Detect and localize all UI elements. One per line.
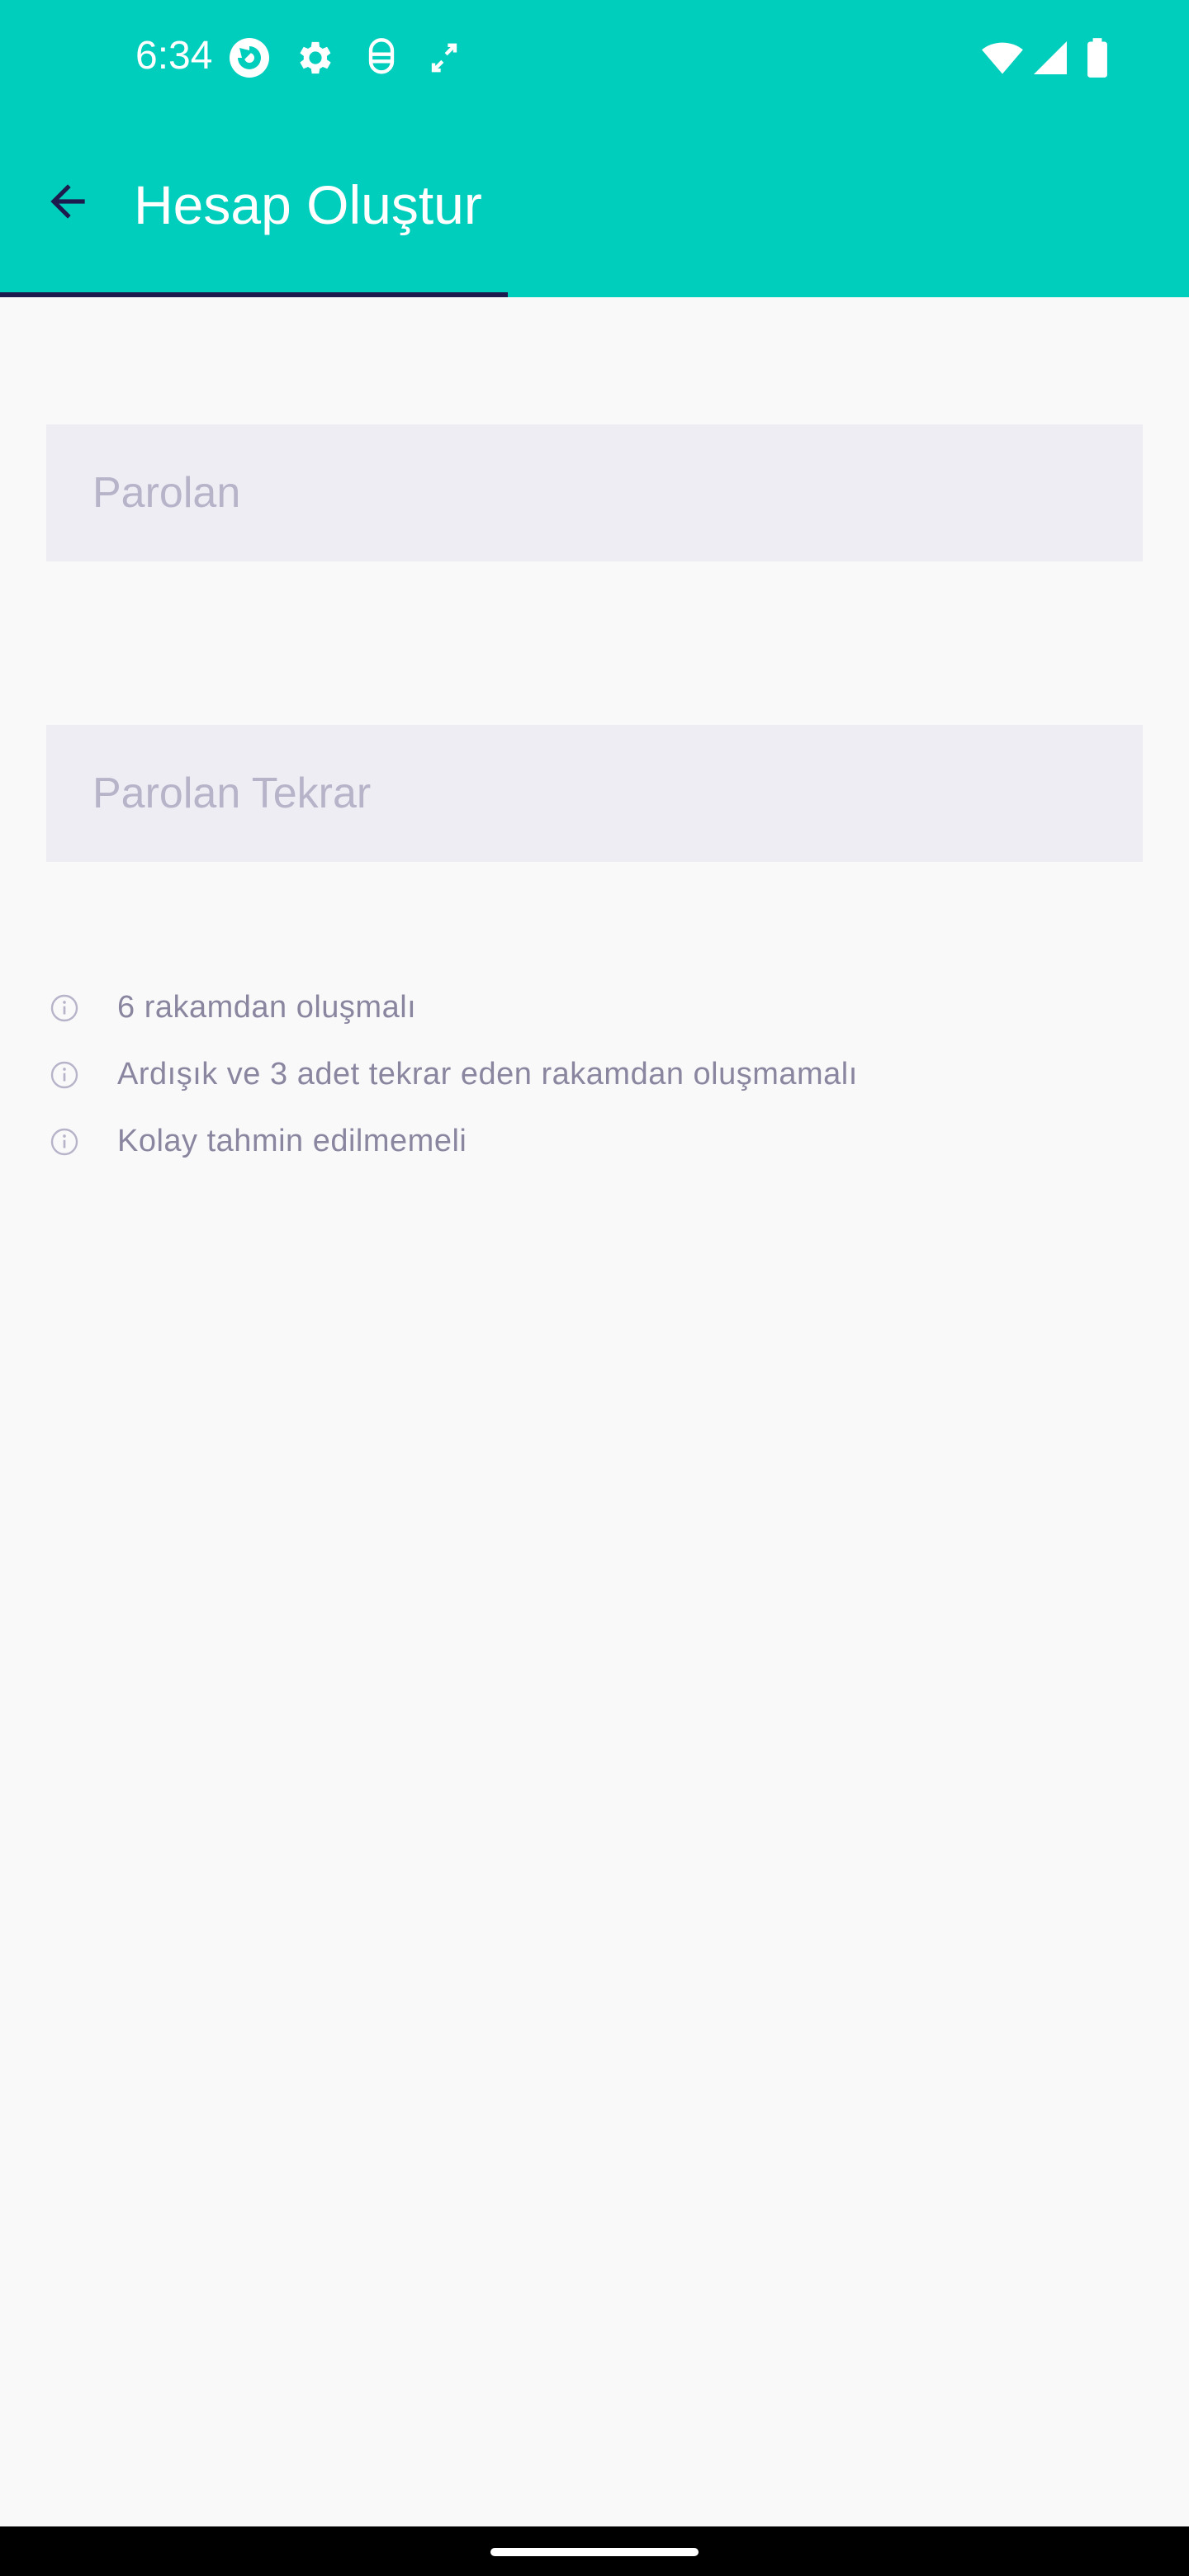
list-item: 6 rakamdan oluşmalı [46, 974, 1143, 1041]
rule-text: 6 rakamdan oluşmalı [117, 990, 417, 1025]
info-icon [50, 1127, 79, 1157]
info-icon [50, 1060, 79, 1090]
status-bar: 6:34 [0, 0, 1189, 116]
list-item: Ardışık ve 3 adet tekrar eden rakamdan o… [46, 1041, 1143, 1108]
back-button[interactable] [30, 165, 106, 241]
home-gesture-handle[interactable] [490, 2548, 699, 2556]
progress-bar [0, 292, 1189, 297]
system-nav-bar [0, 2526, 1189, 2576]
password-repeat-input[interactable] [46, 725, 1143, 862]
battery-icon [1085, 36, 1110, 79]
page-title: Hesap Oluştur [134, 174, 482, 235]
password-rules-list: 6 rakamdan oluşmalı Ardışık ve 3 adet te… [46, 974, 1143, 1175]
firefox-focus-icon [228, 36, 271, 79]
list-item: Kolay tahmin edilmemeli [46, 1108, 1143, 1175]
password-input[interactable] [46, 424, 1143, 561]
status-time: 6:34 [135, 34, 213, 78]
progress-fill [0, 292, 508, 297]
rule-text: Kolay tahmin edilmemeli [117, 1124, 467, 1158]
screen-rotate-icon [423, 36, 466, 79]
arrow-back-icon [42, 176, 93, 231]
wifi-icon [979, 36, 1026, 79]
android-debug-icon [360, 36, 403, 79]
info-icon [50, 993, 79, 1023]
signal-icon [1030, 36, 1073, 79]
rule-text: Ardışık ve 3 adet tekrar eden rakamdan o… [117, 1057, 858, 1091]
app-bar: Hesap Oluştur [0, 116, 1189, 297]
settings-icon [294, 36, 337, 79]
create-account-screen: 6:34 Hesap Oluştur 6 rakamdan oluşmalı A… [0, 0, 1189, 2576]
